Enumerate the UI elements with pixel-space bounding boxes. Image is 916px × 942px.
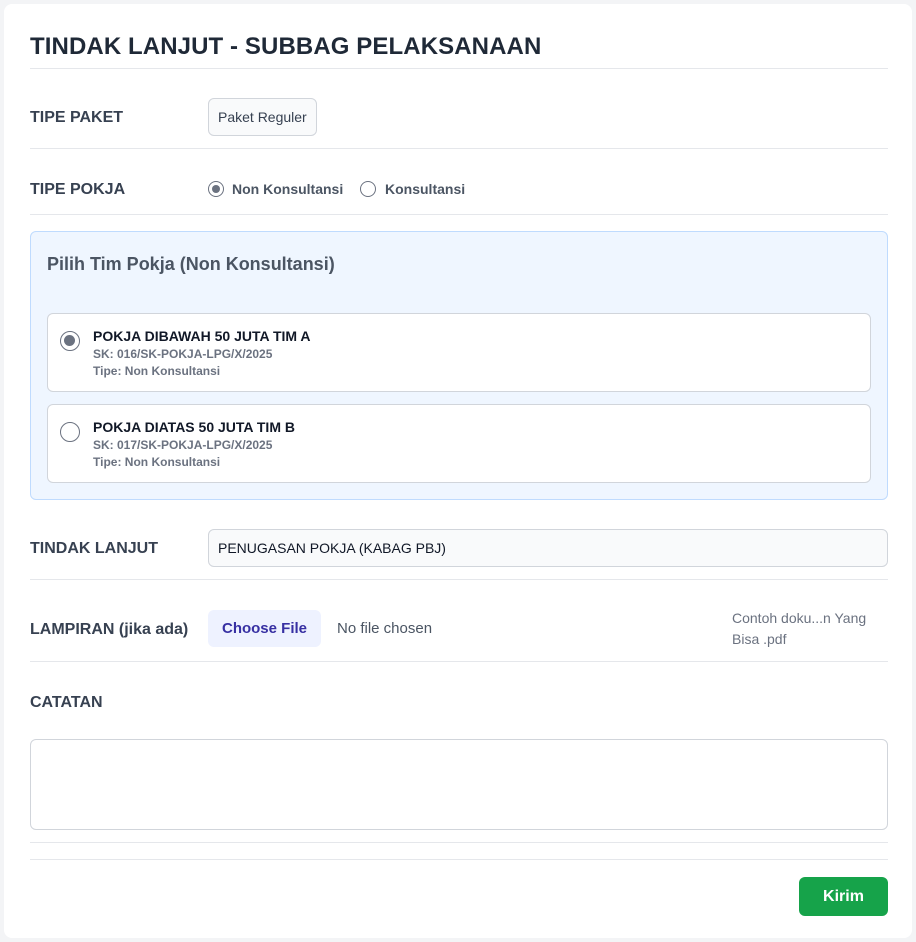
divider <box>30 859 888 860</box>
form-card: TINDAK LANJUT - SUBBAG PELAKSANAAN TIPE … <box>4 4 912 938</box>
tim-pokja-name: POKJA DIBAWAH 50 JUTA TIM A <box>93 328 311 344</box>
lampiran-label: LAMPIRAN (jika ada) <box>30 621 189 638</box>
tipe-pokja-label: TIPE POKJA <box>30 181 126 198</box>
divider <box>30 842 888 843</box>
tim-pokja-sk: SK: 016/SK-POKJA-LPG/X/2025 <box>93 347 273 361</box>
choose-file-button[interactable]: Choose File <box>208 610 321 647</box>
tim-pokja-radio-a[interactable] <box>60 331 80 351</box>
page-title: TINDAK LANJUT - SUBBAG PELAKSANAAN <box>30 33 542 60</box>
tim-pokja-option-b[interactable]: POKJA DIATAS 50 JUTA TIM B SK: 017/SK-PO… <box>47 404 871 483</box>
tim-pokja-panel: Pilih Tim Pokja (Non Konsultansi) POKJA … <box>30 231 888 500</box>
divider <box>30 579 888 580</box>
tipe-paket-value: Paket Reguler <box>208 98 317 136</box>
catatan-label: CATATAN <box>30 694 103 711</box>
catatan-textarea[interactable] <box>30 739 888 830</box>
tindak-lanjut-label: TINDAK LANJUT <box>30 540 158 557</box>
tim-pokja-name: POKJA DIATAS 50 JUTA TIM B <box>93 419 295 435</box>
tipe-paket-label: TIPE PAKET <box>30 109 124 126</box>
divider <box>30 214 888 215</box>
tim-pokja-radio-b[interactable] <box>60 422 80 442</box>
divider <box>30 661 888 662</box>
file-status: No file chosen <box>337 620 433 637</box>
tindak-lanjut-input[interactable]: PENUGASAN POKJA (KABAG PBJ) <box>208 529 888 567</box>
tim-pokja-option-a[interactable]: POKJA DIBAWAH 50 JUTA TIM A SK: 016/SK-P… <box>47 313 871 392</box>
radio-non-konsultansi[interactable] <box>208 181 224 197</box>
file-hint: Contoh doku...n Yang Bisa .pdf <box>732 610 867 647</box>
tim-pokja-title: Pilih Tim Pokja (Non Konsultansi) <box>47 254 335 274</box>
tim-pokja-tipe: Tipe: Non Konsultansi <box>93 364 221 378</box>
tim-pokja-sk: SK: 017/SK-POKJA-LPG/X/2025 <box>93 438 273 452</box>
divider <box>30 148 888 149</box>
submit-button[interactable]: Kirim <box>799 877 888 916</box>
radio-konsultansi-label[interactable]: Konsultansi <box>385 181 465 197</box>
radio-non-konsultansi-label[interactable]: Non Konsultansi <box>232 181 343 197</box>
radio-konsultansi[interactable] <box>360 181 376 197</box>
tim-pokja-tipe: Tipe: Non Konsultansi <box>93 455 221 469</box>
divider <box>30 68 888 69</box>
